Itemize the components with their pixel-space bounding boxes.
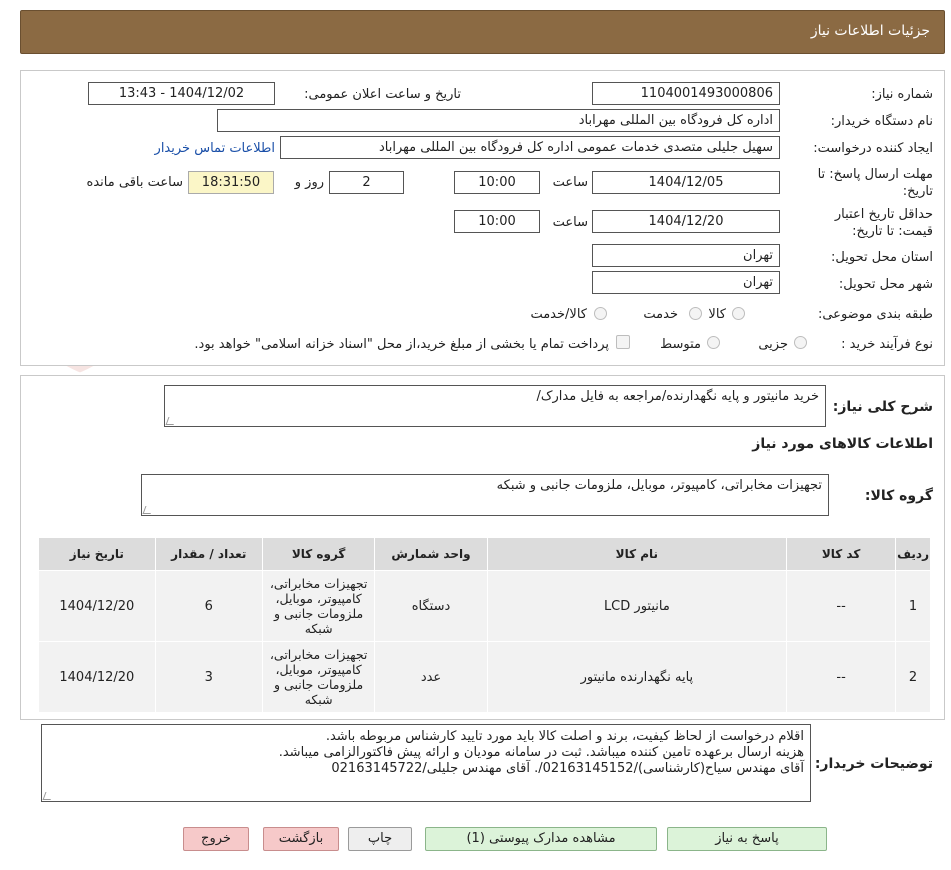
reply-date-field[interactable]: 1404/12/05 [592,171,780,194]
cell-group: تجهیزات مخابراتی، کامپیوتر، موبایل، ملزو… [261,570,376,642]
process-radio-medium[interactable] [707,336,720,349]
process-option-medium: متوسط [660,337,701,352]
page-title: جزئیات اطلاعات نیاز [810,23,930,39]
cell-code: -- [786,570,897,642]
days-field[interactable]: 2 [329,171,404,194]
buyer-org-field[interactable]: اداره کل فرودگاه بین المللی مهراباد [217,109,780,132]
cell-name: پایه نگهدارنده مانیتور [486,641,788,713]
validity-date-field[interactable]: 1404/12/20 [592,210,780,233]
reply-deadline-label-1: مهلت ارسال پاسخ: تا [817,167,933,182]
resize-handle-icon[interactable] [142,506,154,514]
reply-time-field[interactable]: 10:00 [454,171,540,194]
exit-button[interactable]: خروج [183,827,249,851]
treasury-checkbox[interactable] [616,335,630,349]
buyer-notes-line: هزینه ارسال برعهده تامین کننده میباشد. ث… [278,745,804,760]
table-header-row: ردیف کد کالا نام کالا واحد شمارش گروه کا… [38,537,931,571]
page-header: جزئیات اطلاعات نیاز [20,10,945,54]
goods-group-text: تجهیزات مخابراتی، کامپیوتر، موبایل، ملزو… [496,478,822,493]
resize-handle-icon[interactable] [42,792,54,800]
cell-qty: 3 [154,641,263,713]
requester-field[interactable]: سهیل جلیلی متصدی خدمات عمومی اداره کل فر… [280,136,780,159]
announce-label: تاریخ و ساعت اعلان عمومی: [304,87,461,102]
remaining-label: ساعت باقی مانده [86,175,183,190]
category-option-goods: کالا [708,307,726,322]
buyer-notes-line: اقلام درخواست از لحاظ کیفیت، برند و اصلت… [325,729,804,744]
goods-table: ردیف کد کالا نام کالا واحد شمارش گروه کا… [38,537,931,713]
cell-unit: عدد [374,641,488,713]
need-number-field[interactable]: 1104001493000806 [592,82,780,105]
col-group: گروه کالا [261,537,376,571]
payment-note: پرداخت تمام یا بخشی از مبلغ خرید،از محل … [194,337,609,352]
buyer-org-label: نام دستگاه خریدار: [830,114,933,129]
col-row: ردیف [895,537,931,571]
days-label: روز و [294,175,324,190]
col-unit: واحد شمارش [374,537,488,571]
category-radio-goods[interactable] [732,307,745,320]
cell-group: تجهیزات مخابراتی، کامپیوتر، موبایل، ملزو… [261,641,376,713]
cell-qty: 6 [154,570,263,642]
table-row: 2 -- پایه نگهدارنده مانیتور عدد تجهیزات … [38,641,931,713]
validity-time-label: ساعت [552,215,588,230]
goods-group-label: گروه کالا: [864,488,933,504]
table-row: 1 -- مانیتور LCD دستگاه تجهیزات مخابراتی… [38,570,931,642]
city-field[interactable]: تهران [592,271,780,294]
validity-label-1: حداقل تاریخ اعتبار [834,207,933,222]
cell-unit: دستگاه [374,570,488,642]
goods-section-title: اطلاعات کالاهای مورد نیاز [752,436,933,452]
cell-row: 2 [895,641,931,713]
col-code: کد کالا [786,537,897,571]
summary-label: شرح کلی نیاز: [832,399,933,415]
requester-label: ایجاد کننده درخواست: [813,141,933,156]
validity-label-2: قیمت: تا تاریخ: [852,224,933,239]
cell-date: 1404/12/20 [38,570,156,642]
cell-code: -- [786,641,897,713]
process-label: نوع فرآیند خرید : [841,337,933,352]
contact-info-link[interactable]: اطلاعات تماس خریدار [155,141,275,156]
cell-date: 1404/12/20 [38,641,156,713]
cell-row: 1 [895,570,931,642]
reply-deadline-label-2: تاریخ: [902,184,933,199]
announce-field[interactable]: 1404/12/02 - 13:43 [88,82,275,105]
col-date: تاریخ نیاز [38,537,156,571]
back-button[interactable]: بازگشت [263,827,339,851]
process-radio-partial[interactable] [794,336,807,349]
category-radio-service[interactable] [689,307,702,320]
process-option-partial: جزیی [758,337,788,352]
validity-time-field[interactable]: 10:00 [454,210,540,233]
province-label: استان محل تحویل: [831,250,933,265]
col-name: نام کالا [486,537,788,571]
remaining-time-field: 18:31:50 [188,171,274,194]
buyer-notes-label: توضیحات خریدار: [814,756,933,772]
city-label: شهر محل تحویل: [838,277,933,292]
category-option-service: خدمت [643,307,678,322]
resize-handle-icon[interactable] [165,417,177,425]
buyer-notes-line: آقای مهندس سیاح(کارشناسی)/02163145152/. … [331,761,804,776]
cell-name: مانیتور LCD [486,570,788,642]
category-label: طبقه بندی موضوعی: [817,307,933,322]
summary-textarea[interactable]: خرید مانیتور و پایه نگهدارنده/مراجعه به … [164,385,826,427]
reply-button[interactable]: پاسخ به نیاز [667,827,827,851]
attachments-button[interactable]: مشاهده مدارک پیوستی (1) [425,827,657,851]
need-number-label: شماره نیاز: [871,87,933,102]
goods-group-textarea[interactable]: تجهیزات مخابراتی، کامپیوتر، موبایل، ملزو… [141,474,829,516]
summary-text: خرید مانیتور و پایه نگهدارنده/مراجعه به … [536,389,819,404]
col-qty: تعداد / مقدار [154,537,263,571]
reply-time-label: ساعت [552,175,588,190]
buyer-notes-textarea[interactable]: اقلام درخواست از لحاظ کیفیت، برند و اصلت… [41,724,811,802]
category-radio-goods-service[interactable] [594,307,607,320]
category-option-goods-service: کالا/خدمت [530,307,587,322]
province-field[interactable]: تهران [592,244,780,267]
print-button[interactable]: چاپ [348,827,412,851]
